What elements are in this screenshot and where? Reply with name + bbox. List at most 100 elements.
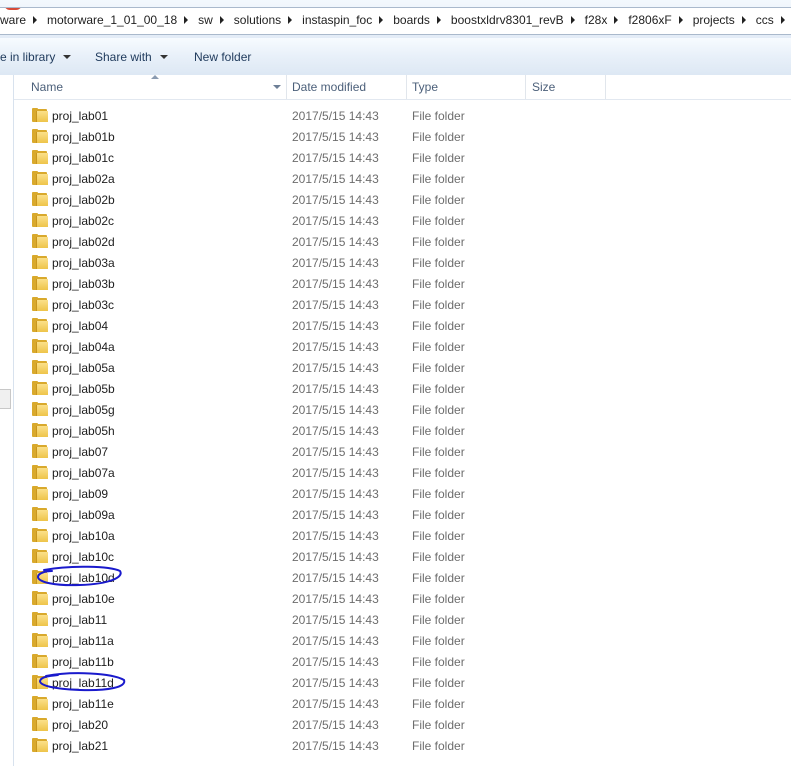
file-row[interactable]: proj_lab02c 2017/5/15 14:43 File folder bbox=[14, 210, 791, 231]
folder-icon bbox=[32, 612, 48, 626]
file-row[interactable]: proj_lab07a 2017/5/15 14:43 File folder bbox=[14, 462, 791, 483]
breadcrumb-segment[interactable]: ccs bbox=[756, 13, 781, 27]
column-header-name[interactable]: Name bbox=[31, 75, 63, 99]
file-date-modified: 2017/5/15 14:43 bbox=[292, 319, 379, 333]
breadcrumb-segment[interactable]: motorware_1_01_00_18 bbox=[47, 13, 184, 27]
file-row[interactable]: proj_lab01b 2017/5/15 14:43 File folder bbox=[14, 126, 791, 147]
file-row[interactable]: proj_lab03b 2017/5/15 14:43 File folder bbox=[14, 273, 791, 294]
file-row[interactable]: proj_lab11b 2017/5/15 14:43 File folder bbox=[14, 651, 791, 672]
file-date-modified: 2017/5/15 14:43 bbox=[292, 109, 379, 123]
breadcrumb-segment[interactable]: instaspin_foc bbox=[302, 13, 379, 27]
breadcrumb-segment[interactable]: f2806xF bbox=[628, 13, 678, 27]
breadcrumb-chevron-icon[interactable] bbox=[570, 16, 575, 24]
file-row[interactable]: proj_lab02b 2017/5/15 14:43 File folder bbox=[14, 189, 791, 210]
file-date-modified: 2017/5/15 14:43 bbox=[292, 466, 379, 480]
breadcrumb-segment[interactable]: f28x bbox=[585, 13, 615, 27]
share-with-button[interactable]: Share with bbox=[95, 50, 168, 64]
new-folder-button[interactable]: New folder bbox=[194, 50, 251, 64]
column-header-type[interactable]: Type bbox=[412, 75, 438, 99]
file-row[interactable]: proj_lab11a 2017/5/15 14:43 File folder bbox=[14, 630, 791, 651]
file-date-modified: 2017/5/15 14:43 bbox=[292, 172, 379, 186]
chevron-down-icon bbox=[63, 55, 72, 59]
navigation-pane-splitter[interactable] bbox=[0, 389, 11, 409]
file-row[interactable]: proj_lab09 2017/5/15 14:43 File folder bbox=[14, 483, 791, 504]
file-type: File folder bbox=[412, 361, 465, 375]
breadcrumb-segment[interactable]: boards bbox=[393, 13, 437, 27]
file-type: File folder bbox=[412, 508, 465, 522]
file-name: proj_lab04a bbox=[52, 340, 115, 354]
file-type: File folder bbox=[412, 613, 465, 627]
file-date-modified: 2017/5/15 14:43 bbox=[292, 550, 379, 564]
breadcrumb-segment[interactable]: solutions bbox=[234, 13, 288, 27]
file-row[interactable]: proj_lab05a 2017/5/15 14:43 File folder bbox=[14, 357, 791, 378]
file-type: File folder bbox=[412, 739, 465, 753]
column-divider[interactable] bbox=[605, 75, 606, 99]
breadcrumb-chevron-icon[interactable] bbox=[33, 16, 38, 24]
file-row[interactable]: proj_lab21 2017/5/15 14:43 File folder bbox=[14, 735, 791, 756]
file-type: File folder bbox=[412, 130, 465, 144]
breadcrumb-chevron-icon[interactable] bbox=[741, 16, 746, 24]
breadcrumb-segment[interactable]: sw bbox=[198, 13, 220, 27]
file-date-modified: 2017/5/15 14:43 bbox=[292, 739, 379, 753]
file-date-modified: 2017/5/15 14:43 bbox=[292, 445, 379, 459]
include-in-library-button[interactable]: e in library bbox=[0, 50, 72, 64]
file-row[interactable]: proj_lab02d 2017/5/15 14:43 File folder bbox=[14, 231, 791, 252]
file-row[interactable]: proj_lab04a 2017/5/15 14:43 File folder bbox=[14, 336, 791, 357]
file-row[interactable]: proj_lab03a 2017/5/15 14:43 File folder bbox=[14, 252, 791, 273]
breadcrumb-segment[interactable]: boostxldrv8301_revB bbox=[451, 13, 571, 27]
file-type: File folder bbox=[412, 466, 465, 480]
breadcrumb-chevron-icon[interactable] bbox=[780, 16, 785, 24]
breadcrumb-segment[interactable]: ware bbox=[0, 13, 33, 27]
file-row[interactable]: proj_lab03c 2017/5/15 14:43 File folder bbox=[14, 294, 791, 315]
folder-icon bbox=[32, 423, 48, 437]
file-row[interactable]: proj_lab04 2017/5/15 14:43 File folder bbox=[14, 315, 791, 336]
file-date-modified: 2017/5/15 14:43 bbox=[292, 256, 379, 270]
file-row[interactable]: proj_lab07 2017/5/15 14:43 File folder bbox=[14, 441, 791, 462]
column-divider[interactable] bbox=[406, 75, 407, 99]
file-row[interactable]: proj_lab10e 2017/5/15 14:43 File folder bbox=[14, 588, 791, 609]
browser-logo-icon bbox=[4, 8, 22, 10]
command-toolbar: e in library Share with New folder bbox=[0, 38, 791, 76]
breadcrumb-chevron-icon[interactable] bbox=[219, 16, 224, 24]
file-name: proj_lab09a bbox=[52, 508, 115, 522]
file-row[interactable]: proj_lab11e 2017/5/15 14:43 File folder bbox=[14, 693, 791, 714]
breadcrumb-chevron-icon[interactable] bbox=[184, 16, 189, 24]
file-row[interactable]: proj_lab01 2017/5/15 14:43 File folder bbox=[14, 105, 791, 126]
file-type: File folder bbox=[412, 235, 465, 249]
file-name: proj_lab07 bbox=[52, 445, 109, 459]
column-header-size[interactable]: Size bbox=[532, 75, 555, 99]
file-row[interactable]: proj_lab20 2017/5/15 14:43 File folder bbox=[14, 714, 791, 735]
file-row[interactable]: proj_lab01c 2017/5/15 14:43 File folder bbox=[14, 147, 791, 168]
breadcrumb-chevron-icon[interactable] bbox=[288, 16, 293, 24]
column-filter-dropdown-icon[interactable] bbox=[273, 85, 281, 89]
share-with-label: Share with bbox=[95, 50, 152, 64]
file-row[interactable]: proj_lab05g 2017/5/15 14:43 File folder bbox=[14, 399, 791, 420]
file-row[interactable]: proj_lab11d 2017/5/15 14:43 File folder bbox=[14, 672, 791, 693]
breadcrumb-chevron-icon[interactable] bbox=[379, 16, 384, 24]
breadcrumb[interactable]: ware motorware_1_01_00_18 sw solutions insta… bbox=[0, 7, 791, 35]
file-row[interactable]: proj_lab09a 2017/5/15 14:43 File folder bbox=[14, 504, 791, 525]
file-type: File folder bbox=[412, 256, 465, 270]
column-divider[interactable] bbox=[525, 75, 526, 99]
folder-icon bbox=[32, 486, 48, 500]
file-name: proj_lab11a bbox=[52, 634, 114, 648]
breadcrumb-chevron-icon[interactable] bbox=[678, 16, 683, 24]
column-header-date-modified[interactable]: Date modified bbox=[292, 75, 366, 99]
file-row[interactable]: proj_lab05b 2017/5/15 14:43 File folder bbox=[14, 378, 791, 399]
breadcrumb-chevron-icon[interactable] bbox=[436, 16, 441, 24]
file-row[interactable]: proj_lab05h 2017/5/15 14:43 File folder bbox=[14, 420, 791, 441]
file-name: proj_lab05h bbox=[52, 424, 115, 438]
column-divider[interactable] bbox=[286, 75, 287, 99]
file-date-modified: 2017/5/15 14:43 bbox=[292, 277, 379, 291]
breadcrumb-chevron-icon[interactable] bbox=[614, 16, 619, 24]
file-row[interactable]: proj_lab10a 2017/5/15 14:43 File folder bbox=[14, 525, 791, 546]
file-type: File folder bbox=[412, 445, 465, 459]
breadcrumb-segment[interactable]: projects bbox=[693, 13, 742, 27]
folder-icon bbox=[32, 171, 48, 185]
file-row[interactable]: proj_lab10c 2017/5/15 14:43 File folder bbox=[14, 546, 791, 567]
file-row[interactable]: proj_lab10d 2017/5/15 14:43 File folder bbox=[14, 567, 791, 588]
file-row[interactable]: proj_lab11 2017/5/15 14:43 File folder bbox=[14, 609, 791, 630]
file-row[interactable]: proj_lab02a 2017/5/15 14:43 File folder bbox=[14, 168, 791, 189]
folder-icon bbox=[32, 507, 48, 521]
file-date-modified: 2017/5/15 14:43 bbox=[292, 718, 379, 732]
